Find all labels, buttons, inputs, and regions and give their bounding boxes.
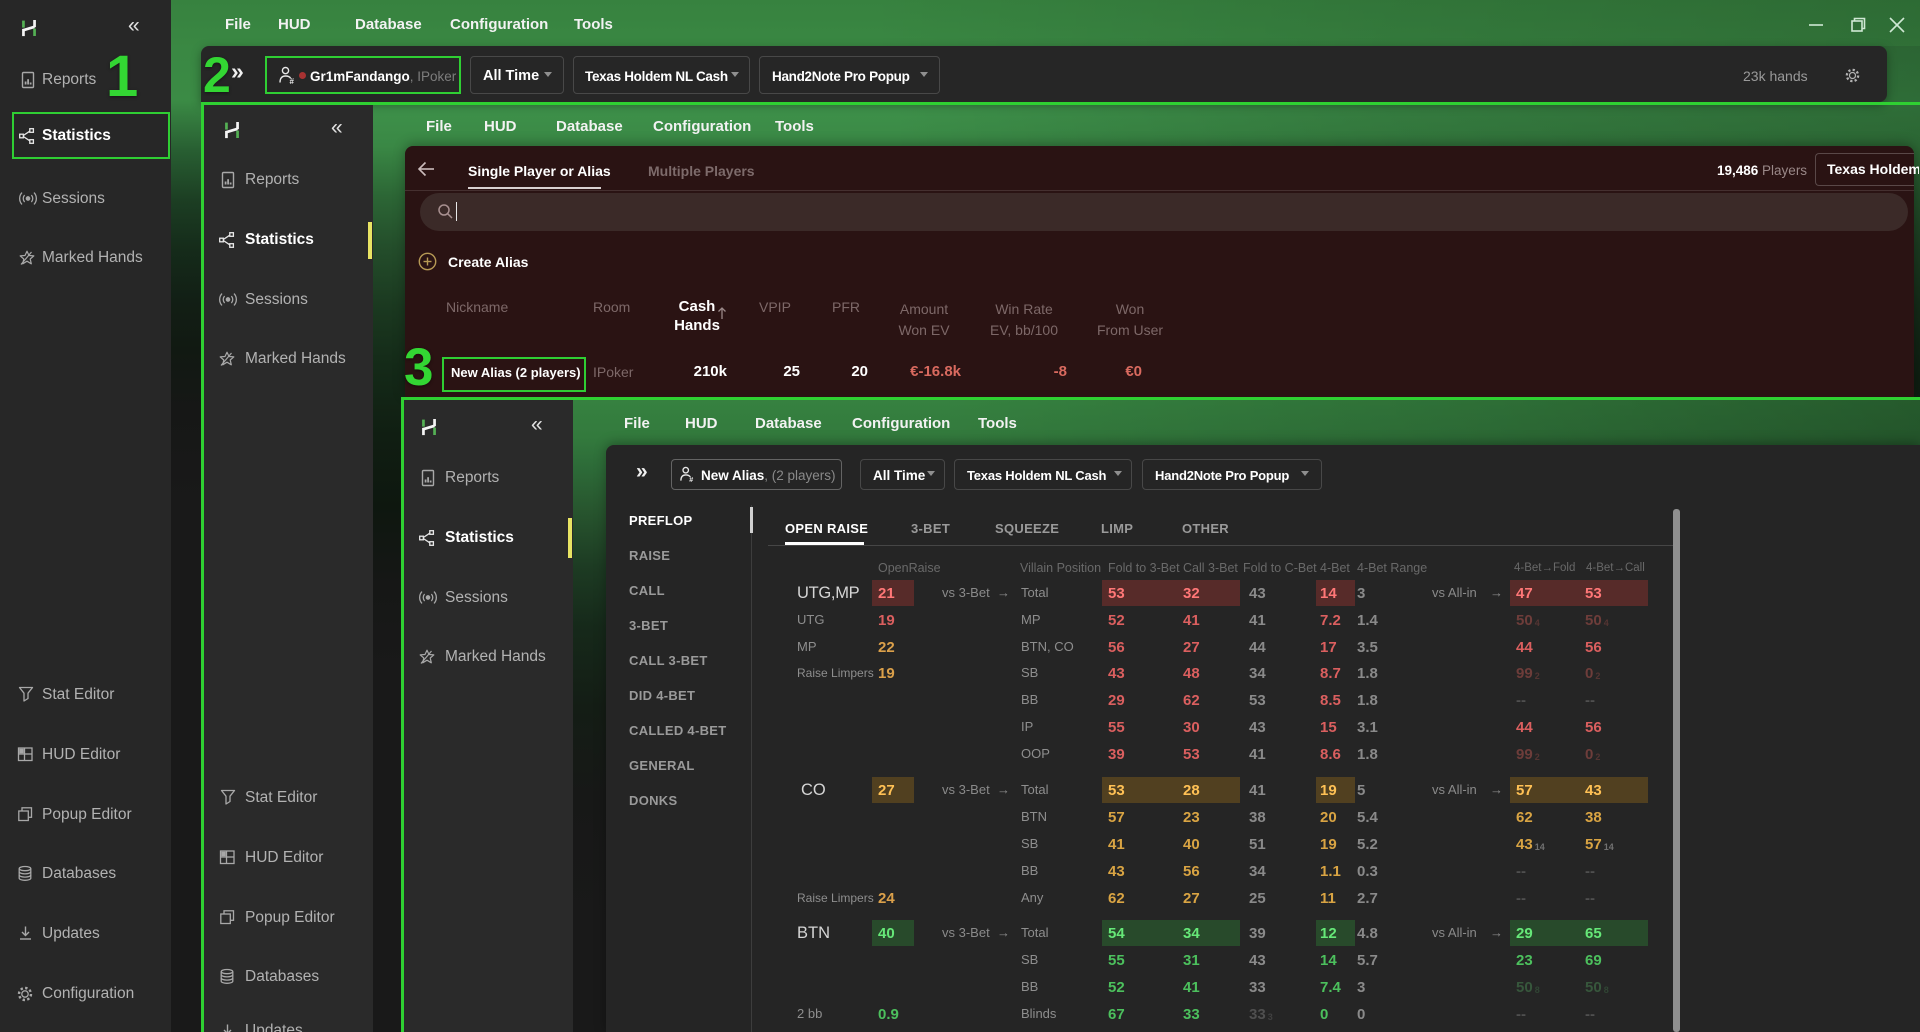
svg-text:#: # xyxy=(689,477,693,484)
svg-text:#: # xyxy=(290,77,295,86)
